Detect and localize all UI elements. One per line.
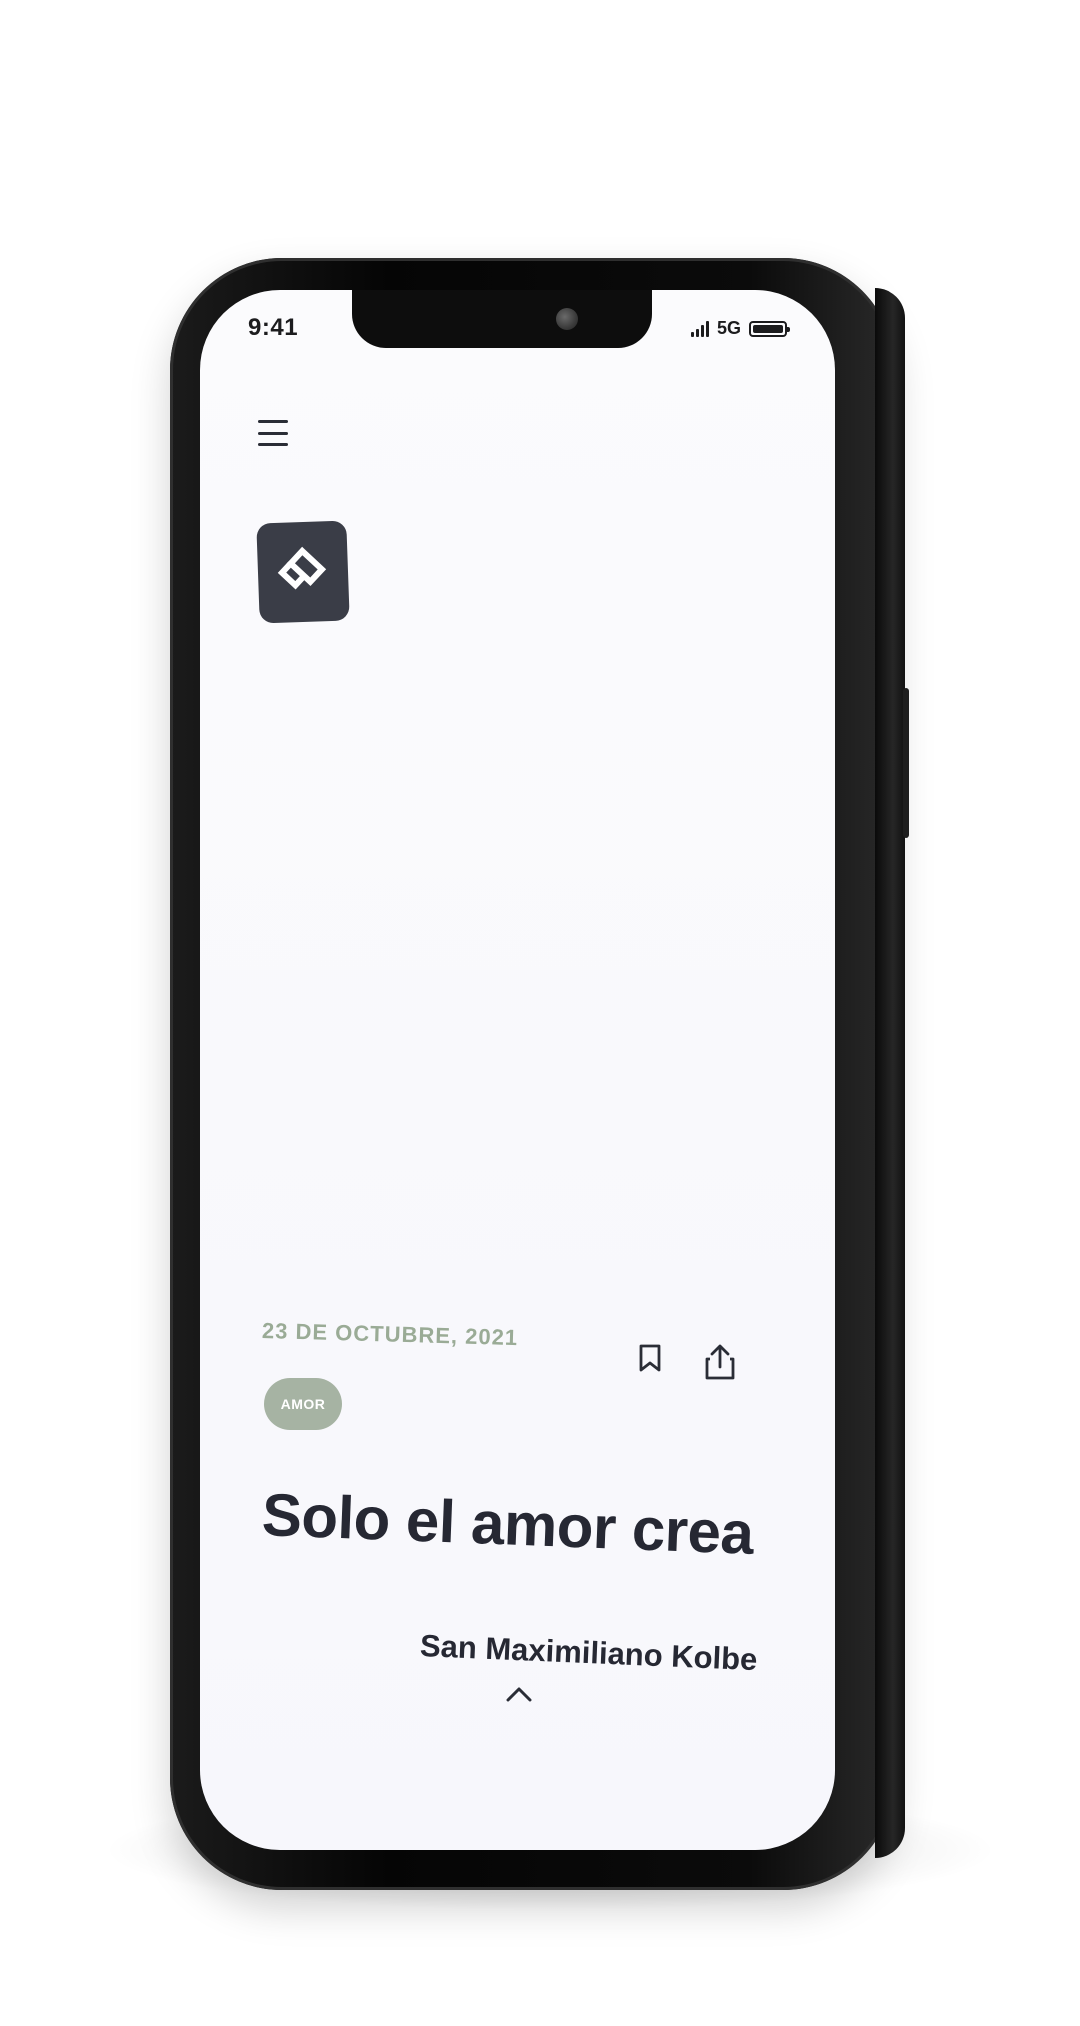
app-logo-icon <box>256 520 350 624</box>
battery-icon <box>749 320 790 337</box>
front-camera <box>556 308 578 330</box>
hamburger-menu-icon[interactable] <box>258 420 288 446</box>
cellular-signal-icon <box>690 320 709 337</box>
phone-side-edge <box>875 288 905 1858</box>
phone-screen: 9:41 5G 23 DE OCTUBRE, 2021 AMOR Solo el… <box>200 290 835 1850</box>
logo-mark <box>277 546 327 590</box>
chevron-up-icon[interactable] <box>502 1682 536 1706</box>
tag-chip-amor[interactable]: AMOR <box>264 1378 342 1430</box>
article-author: San Maximiliano Kolbe <box>419 1628 759 1678</box>
power-button <box>903 688 909 838</box>
article-title: Solo el amor crea <box>260 1481 755 1567</box>
article-date: 23 DE OCTUBRE, 2021 <box>261 1318 519 1351</box>
status-time: 9:41 <box>248 314 299 341</box>
status-indicators: 5G <box>690 318 790 339</box>
notch <box>352 290 652 348</box>
network-type-label: 5G <box>716 318 741 338</box>
bookmark-icon[interactable] <box>632 1338 668 1378</box>
mockup-stage: 9:41 5G 23 DE OCTUBRE, 2021 AMOR Solo el… <box>0 0 1080 2026</box>
share-icon[interactable] <box>700 1340 740 1384</box>
